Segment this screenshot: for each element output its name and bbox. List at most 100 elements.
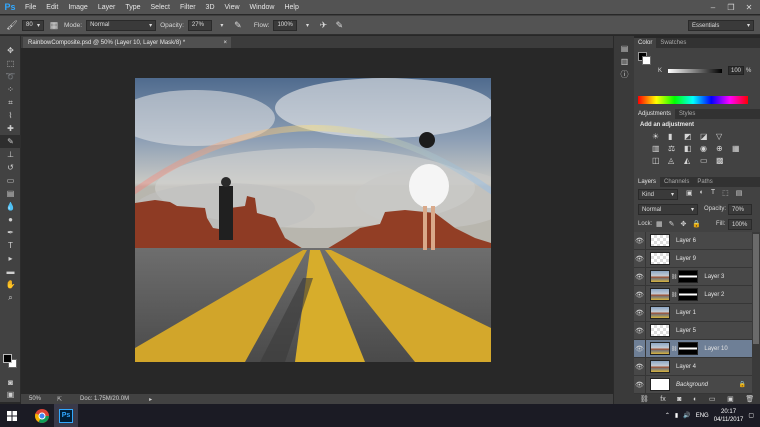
document-canvas[interactable] — [135, 78, 491, 362]
opacity-input[interactable]: 27% — [187, 19, 212, 31]
tray-expand-icon[interactable]: ⌃ — [665, 412, 670, 419]
layer-row[interactable]: 👁 Layer 9 — [634, 249, 752, 268]
brush-preset-picker[interactable]: 80 ▾ — [22, 19, 44, 31]
layer-row[interactable]: 👁 ⛓ Layer 3 — [634, 267, 752, 286]
layer-row[interactable]: 👁 Layer 4 — [634, 357, 752, 376]
new-layer-icon[interactable]: ▣ — [727, 395, 734, 403]
visibility-eye-icon[interactable]: 👁 — [634, 339, 646, 358]
properties-panel-icon[interactable]: ▥ — [614, 55, 635, 68]
airbrush-icon[interactable]: ✈ — [317, 19, 329, 31]
maximize-icon[interactable]: ❐ — [722, 0, 740, 14]
menu-filter[interactable]: Filter — [175, 4, 201, 11]
channel-mixer-icon[interactable]: ⊕ — [716, 144, 728, 153]
close-tab-icon[interactable]: × — [223, 40, 227, 46]
mode-select[interactable]: Normal ▾ — [86, 19, 157, 31]
move-tool-icon[interactable]: ✥ — [0, 44, 21, 57]
info-panel-icon[interactable]: ⓘ — [614, 68, 635, 81]
layer-thumbnail[interactable] — [650, 378, 670, 391]
color-bg-swatch[interactable] — [642, 56, 651, 65]
hand-tool-icon[interactable]: ✋ — [0, 278, 21, 291]
add-mask-icon[interactable]: ◙ — [677, 396, 681, 403]
visibility-eye-icon[interactable]: 👁 — [634, 303, 646, 322]
eyedropper-tool-icon[interactable]: ⌇ — [0, 109, 21, 122]
visibility-eye-icon[interactable]: 👁 — [634, 357, 646, 376]
volume-icon[interactable]: 🔊 — [683, 412, 690, 419]
menu-layer[interactable]: Layer — [93, 4, 121, 11]
menu-select[interactable]: Select — [146, 4, 175, 11]
layer-row[interactable]: 👁 ⛓ Layer 2 — [634, 285, 752, 304]
document-tab[interactable]: RainbowComposite.psd @ 50% (Layer 10, La… — [23, 37, 231, 48]
layers-scrollbar[interactable] — [752, 232, 760, 394]
blur-tool-icon[interactable]: 💧 — [0, 200, 21, 213]
type-tool-icon[interactable]: T — [0, 239, 21, 252]
layer-thumbnail[interactable] — [650, 306, 670, 319]
visibility-eye-icon[interactable]: 👁 — [634, 321, 646, 340]
foreground-color-swatch[interactable] — [3, 354, 12, 363]
visibility-eye-icon[interactable]: 👁 — [634, 232, 646, 250]
share-icon[interactable]: ⇱ — [57, 396, 62, 403]
filter-type-icon[interactable]: T — [711, 189, 715, 197]
layer-mask-thumbnail[interactable] — [678, 342, 699, 355]
menu-view[interactable]: View — [220, 4, 245, 11]
tab-channels[interactable]: Channels — [660, 177, 693, 187]
threshold-icon[interactable]: ◭ — [684, 156, 696, 165]
layer-thumbnail[interactable] — [650, 342, 670, 355]
filter-pixel-icon[interactable]: ▣ — [686, 189, 693, 197]
windows-start-icon[interactable] — [0, 404, 24, 427]
workspace-select[interactable]: Essentials ▾ — [688, 20, 754, 31]
lock-position-icon[interactable]: ✥ — [681, 220, 687, 228]
color-balance-icon[interactable]: ⚖ — [668, 144, 680, 153]
layers-scroll-thumb[interactable] — [753, 234, 759, 344]
lasso-tool-icon[interactable]: ➰ — [0, 70, 21, 83]
tab-paths[interactable]: Paths — [693, 177, 716, 187]
opacity-slider-toggle[interactable]: ▾ — [216, 19, 228, 31]
color-lookup-icon[interactable]: ▦ — [732, 144, 744, 153]
black-white-icon[interactable]: ◧ — [684, 144, 696, 153]
close-icon[interactable]: ✕ — [740, 0, 758, 14]
mask-link-icon[interactable]: ⛓ — [671, 292, 677, 298]
visibility-eye-icon[interactable]: 👁 — [634, 249, 646, 268]
quick-select-tool-icon[interactable]: ⁘ — [0, 83, 21, 96]
layer-style-icon[interactable]: fx — [660, 396, 665, 403]
brush-tool-icon[interactable]: 🖌 — [6, 19, 18, 31]
eraser-tool-icon[interactable]: ▭ — [0, 174, 21, 187]
link-layers-icon[interactable]: ⛓ — [640, 395, 649, 403]
photo-filter-icon[interactable]: ◉ — [700, 144, 712, 153]
tab-adjustments[interactable]: Adjustments — [634, 109, 676, 119]
filter-adjustment-icon[interactable]: ◐ — [700, 189, 704, 197]
menu-edit[interactable]: Edit — [41, 4, 63, 11]
zoom-level[interactable]: 50% — [29, 396, 41, 402]
k-slider[interactable] — [668, 69, 722, 73]
fill-input[interactable]: 100% — [728, 219, 752, 230]
mask-link-icon[interactable]: ⛓ — [671, 274, 677, 280]
delete-layer-icon[interactable]: 🗑 — [745, 395, 754, 403]
layer-thumbnail[interactable] — [650, 324, 670, 337]
language-indicator[interactable]: ENG — [696, 413, 709, 419]
visibility-eye-icon[interactable]: 👁 — [634, 285, 646, 304]
brush-tool-icon[interactable]: ✎ — [0, 135, 21, 148]
lock-transparency-icon[interactable]: ▦ — [656, 220, 663, 228]
menu-window[interactable]: Window — [245, 4, 280, 11]
filter-smart-object-icon[interactable]: ▤ — [736, 189, 743, 197]
menu-type[interactable]: Type — [120, 4, 145, 11]
zoom-tool-icon[interactable]: ⌕ — [0, 291, 21, 304]
blend-mode-select[interactable]: Normal ▾ — [638, 204, 698, 215]
dodge-tool-icon[interactable]: ● — [0, 213, 21, 226]
layer-filter-select[interactable]: Kind ▾ — [638, 189, 678, 200]
canvas-area[interactable] — [21, 48, 613, 392]
lock-all-icon[interactable]: 🔒 — [692, 220, 701, 228]
tab-styles[interactable]: Styles — [675, 109, 699, 119]
layer-row[interactable]: 👁 ⛓ Layer 10 — [634, 339, 752, 358]
layer-row[interactable]: 👁 Layer 5 — [634, 321, 752, 340]
layer-thumbnail[interactable] — [650, 234, 670, 247]
layer-opacity-input[interactable]: 70% — [728, 204, 752, 215]
gradient-tool-icon[interactable]: ▤ — [0, 187, 21, 200]
mask-link-icon[interactable]: ⛓ — [671, 346, 677, 352]
notifications-icon[interactable]: ▢ — [748, 412, 754, 419]
invert-icon[interactable]: ◫ — [652, 156, 664, 165]
color-spectrum-ramp[interactable] — [638, 96, 748, 104]
layer-row[interactable]: 👁 Layer 6 — [634, 232, 752, 250]
shape-tool-icon[interactable]: ▬ — [0, 265, 21, 278]
layer-mask-thumbnail[interactable] — [678, 270, 699, 283]
lock-pixels-icon[interactable]: ✎ — [669, 220, 675, 228]
